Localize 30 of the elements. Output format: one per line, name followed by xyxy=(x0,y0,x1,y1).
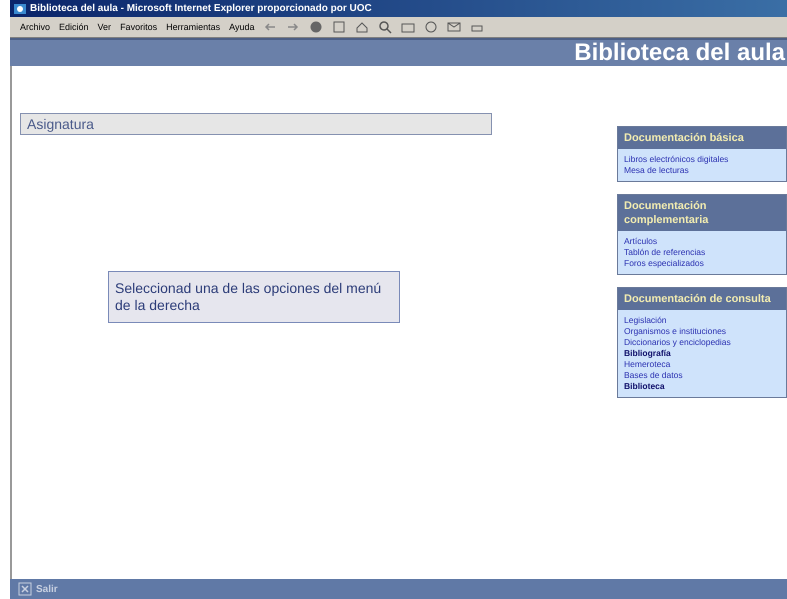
menu-item[interactable]: Ver xyxy=(98,22,112,32)
menu-link[interactable]: Organismos e instituciones xyxy=(624,326,780,337)
home-icon[interactable] xyxy=(355,20,370,34)
panel-title: Documentación básica xyxy=(618,127,786,149)
menu-link[interactable]: Biblioteca xyxy=(624,381,780,392)
menu-link[interactable]: Legislación xyxy=(624,315,780,326)
menu-link[interactable]: Libros electrónicos digitales xyxy=(624,154,780,165)
panel-title: Documentación complementaria xyxy=(618,195,786,231)
menu-link[interactable]: Bibliografía xyxy=(624,348,780,359)
menu-link[interactable]: Mesa de lecturas xyxy=(624,165,780,176)
menu-link[interactable]: Artículos xyxy=(624,236,780,247)
menu-link[interactable]: Hemeroteca xyxy=(624,359,780,370)
menu-item[interactable]: Herramientas xyxy=(166,22,220,32)
search-icon[interactable] xyxy=(378,20,392,34)
menu-item[interactable]: Favoritos xyxy=(120,22,158,32)
close-icon[interactable] xyxy=(18,582,32,596)
instruction-message: Seleccionad una de las opciones del menú de la derecha xyxy=(108,271,400,323)
menu-link[interactable]: Diccionarios y enciclopedias xyxy=(624,337,780,348)
browser-icon xyxy=(13,2,27,16)
mail-icon[interactable] xyxy=(447,20,462,34)
menu-item[interactable]: Archivo xyxy=(20,22,50,32)
subject-label: Asignatura xyxy=(20,113,492,135)
window-title: Biblioteca del aula - Microsoft Internet Explorer proporcionado por UOC xyxy=(30,3,373,14)
menu-link[interactable]: Bases de datos xyxy=(624,370,780,381)
page-title: Biblioteca del aula xyxy=(574,39,785,67)
menu-link[interactable]: Tablón de referencias xyxy=(624,247,780,258)
panel-title: Documentación de consulta xyxy=(618,288,786,310)
menu-link[interactable]: Foros especializados xyxy=(624,258,780,269)
menu-item[interactable]: Edición xyxy=(59,22,89,32)
menu-item[interactable]: Ayuda xyxy=(229,22,254,32)
